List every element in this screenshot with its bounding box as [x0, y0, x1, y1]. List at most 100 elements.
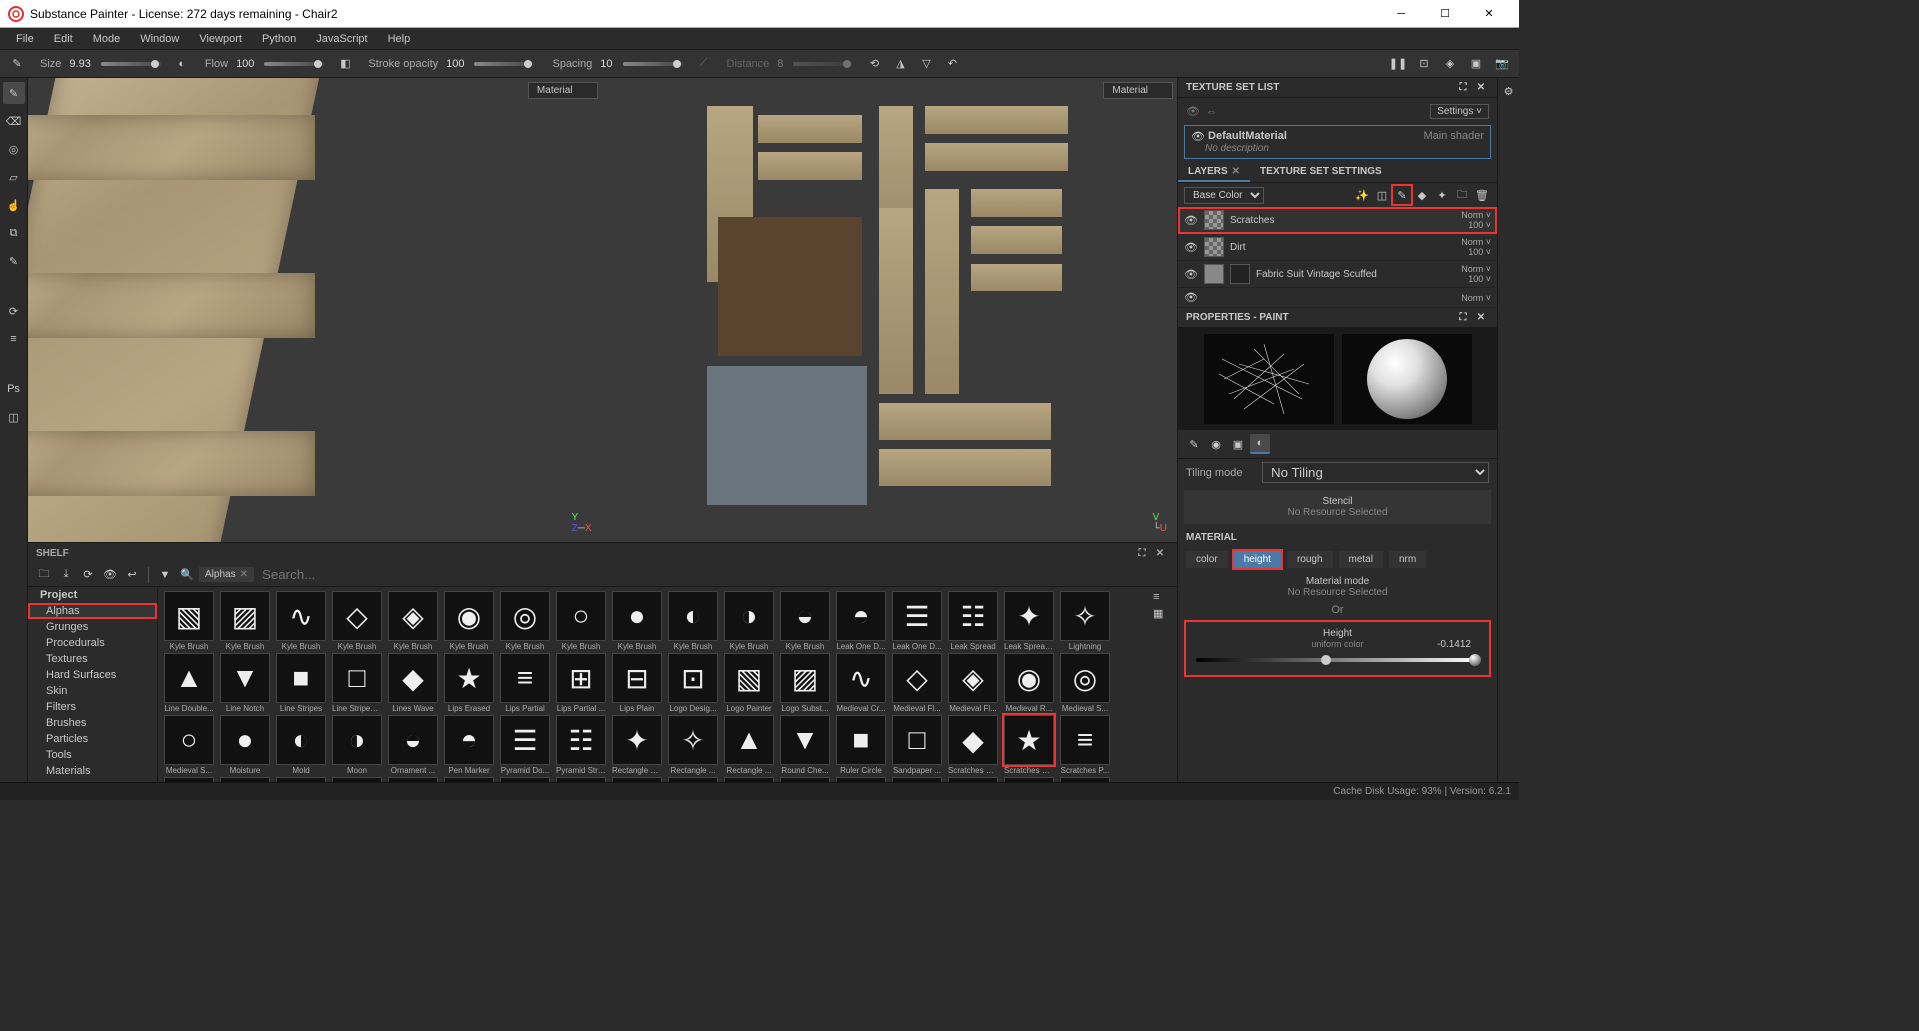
- shelf-item[interactable]: ◐Mold: [274, 715, 328, 775]
- opacity-icon[interactable]: ◧: [334, 53, 356, 75]
- channel-rough[interactable]: rough: [1287, 551, 1333, 568]
- close-button[interactable]: ✕: [1467, 0, 1511, 28]
- shelf-item[interactable]: ◈Kyle Brush: [386, 591, 440, 651]
- shelf-item[interactable]: ◓Pen Marker: [442, 715, 496, 775]
- layer-visibility-icon[interactable]: 👁: [1184, 241, 1198, 254]
- shelf-tree-skin[interactable]: Skin: [28, 683, 157, 699]
- shelf-tree-materials[interactable]: Materials: [28, 763, 157, 779]
- shelf-item[interactable]: ☰Leak One D...: [890, 591, 944, 651]
- flow-value[interactable]: 100: [236, 58, 254, 70]
- shelf-item[interactable]: ⊞Lips Partial ...: [554, 653, 608, 713]
- shelf-item[interactable]: ◉Medieval R...: [1002, 653, 1056, 713]
- shelf-item[interactable]: ○Shape Caps...: [722, 777, 776, 782]
- polygon-fill-tool[interactable]: ▱: [3, 166, 25, 188]
- shelf-refresh-icon[interactable]: ⟳: [78, 565, 98, 585]
- shelf-item[interactable]: ◓Leak One D...: [834, 591, 888, 651]
- channel-height[interactable]: height: [1234, 551, 1281, 568]
- shelf-item[interactable]: ☰Pyramid Do...: [498, 715, 552, 775]
- shelf-item[interactable]: ●Kyle Brush: [610, 591, 664, 651]
- shelf-item[interactable]: ◇Medieval Fl...: [890, 653, 944, 713]
- layers-channel-select[interactable]: Base Color: [1184, 187, 1264, 204]
- shelf-tree-tools[interactable]: Tools: [28, 747, 157, 763]
- shelf-item[interactable]: ◒Kyle Brush: [778, 591, 832, 651]
- shelf-item[interactable]: ●Moisture: [218, 715, 272, 775]
- spacing-value[interactable]: 10: [600, 58, 612, 70]
- material-preview[interactable]: [1342, 334, 1472, 424]
- shelf-item[interactable]: ◈Shape Bord...: [554, 777, 608, 782]
- shelf-item[interactable]: ▲Rectangle ...: [722, 715, 776, 775]
- shelf-item[interactable]: ◇Shape Bord...: [498, 777, 552, 782]
- shelf-item[interactable]: ☷Pyramid Stri...: [554, 715, 608, 775]
- eraser-tool[interactable]: ⌫: [3, 110, 25, 132]
- shelf-item[interactable]: ◒Ornament ...: [386, 715, 440, 775]
- shelf-item[interactable]: ⊟Lips Plain: [610, 653, 664, 713]
- shelf-tree-textures[interactable]: Textures: [28, 651, 157, 667]
- layer-blend[interactable]: Norm ˅100 ˅: [1461, 210, 1491, 230]
- layer-row[interactable]: 👁Norm ˅: [1178, 288, 1497, 308]
- shelf-item[interactable]: ◆Lines Wave: [386, 653, 440, 713]
- shelf-item[interactable]: □Line Stripes ...: [330, 653, 384, 713]
- shelf-item[interactable]: ◐Shape Cone: [834, 777, 888, 782]
- height-value[interactable]: -0.1412: [1437, 639, 1471, 650]
- shelf-item[interactable]: ⊡Logo Desig...: [666, 653, 720, 713]
- camera-icon[interactable]: ▣: [1465, 53, 1487, 75]
- shelf-item[interactable]: ▨Shape Bell ...: [386, 777, 440, 782]
- add-smart-icon[interactable]: ✦: [1433, 186, 1451, 204]
- settings-icon[interactable]: ⚙: [1500, 82, 1518, 100]
- shelf-item[interactable]: ◎Kyle Brush: [498, 591, 552, 651]
- menu-python[interactable]: Python: [252, 31, 306, 47]
- shelf-list-view-icon[interactable]: ≡: [1153, 591, 1173, 603]
- shelf-item[interactable]: ■Ruler Circle: [834, 715, 888, 775]
- shelf-item[interactable]: ▼Round Che...: [778, 715, 832, 775]
- layer-row[interactable]: 👁ScratchesNorm ˅100 ˅: [1178, 207, 1497, 234]
- minimize-button[interactable]: ─: [1379, 0, 1423, 28]
- menu-window[interactable]: Window: [130, 31, 189, 47]
- add-mask-icon[interactable]: ◫: [1373, 186, 1391, 204]
- viewport-2d-mode[interactable]: Material: [1103, 82, 1173, 99]
- shelf-item[interactable]: ◑Kyle Brush: [722, 591, 776, 651]
- shelf-item[interactable]: ▨Logo Subst...: [778, 653, 832, 713]
- shelf-item[interactable]: ≡Scratches P...: [1058, 715, 1112, 775]
- shelf-item[interactable]: ☰Shape Lines...: [1058, 777, 1112, 782]
- texture-set-item[interactable]: 👁 DefaultMaterialMain shader No descript…: [1184, 125, 1491, 159]
- shelf-item[interactable]: □Sandpaper ...: [890, 715, 944, 775]
- shelf-item[interactable]: ✧Rectangle ...: [666, 715, 720, 775]
- menu-help[interactable]: Help: [378, 31, 421, 47]
- shelf-item[interactable]: ◉Shape Bord...: [610, 777, 664, 782]
- flow-slider[interactable]: [264, 62, 324, 66]
- paint-tool[interactable]: ✎: [3, 82, 25, 104]
- alpha-preview[interactable]: [1204, 334, 1334, 424]
- screenshot-icon[interactable]: 📷: [1491, 53, 1513, 75]
- shelf-item[interactable]: ◐Kyle Brush: [666, 591, 720, 651]
- shelf-item[interactable]: ∿Medieval Cr...: [834, 653, 888, 713]
- brush-mode-icon[interactable]: ✎: [1184, 434, 1204, 454]
- add-effect-icon[interactable]: ✨: [1353, 186, 1371, 204]
- menu-viewport[interactable]: Viewport: [189, 31, 252, 47]
- layer-visibility-icon[interactable]: 👁: [1184, 291, 1198, 304]
- shelf-tree-project[interactable]: Project: [28, 587, 157, 603]
- shelf-item[interactable]: ▨Kyle Brush: [218, 591, 272, 651]
- add-paint-layer-icon[interactable]: ✎: [1393, 186, 1411, 204]
- material-mode-picker[interactable]: Material mode No Resource Selected: [1178, 572, 1497, 602]
- shelf-view-icon[interactable]: 👁: [100, 565, 120, 585]
- chip-close-icon[interactable]: ✕: [240, 569, 248, 580]
- shelf-item[interactable]: ◉Kyle Brush: [442, 591, 496, 651]
- clone-tool[interactable]: ⧉: [3, 222, 25, 244]
- menu-mode[interactable]: Mode: [83, 31, 131, 47]
- undo-icon[interactable]: ↶: [941, 53, 963, 75]
- shelf-close-icon[interactable]: ✕: [1151, 544, 1169, 562]
- layer-visibility-icon[interactable]: 👁: [1184, 214, 1198, 227]
- layer-visibility-icon[interactable]: 👁: [1184, 268, 1198, 281]
- shelf-item[interactable]: ◎Shape Brick: [666, 777, 720, 782]
- layer-blend[interactable]: Norm ˅100 ˅: [1461, 264, 1491, 284]
- smudge-tool[interactable]: ☝: [3, 194, 25, 216]
- ts-visibility-icon[interactable]: 👁: [1186, 105, 1200, 118]
- bake-tool[interactable]: ⟳: [3, 300, 25, 322]
- layer-row[interactable]: 👁Fabric Suit Vintage ScuffedNorm ˅100 ˅: [1178, 261, 1497, 288]
- ts-expand-icon[interactable]: ⛶: [1455, 80, 1471, 96]
- channel-color[interactable]: color: [1186, 551, 1228, 568]
- shelf-item[interactable]: ∿Shape Bord...: [442, 777, 496, 782]
- menu-file[interactable]: File: [6, 31, 44, 47]
- shelf-item[interactable]: ▲Line Double...: [162, 653, 216, 713]
- shelf-item[interactable]: ▼Line Notch: [218, 653, 272, 713]
